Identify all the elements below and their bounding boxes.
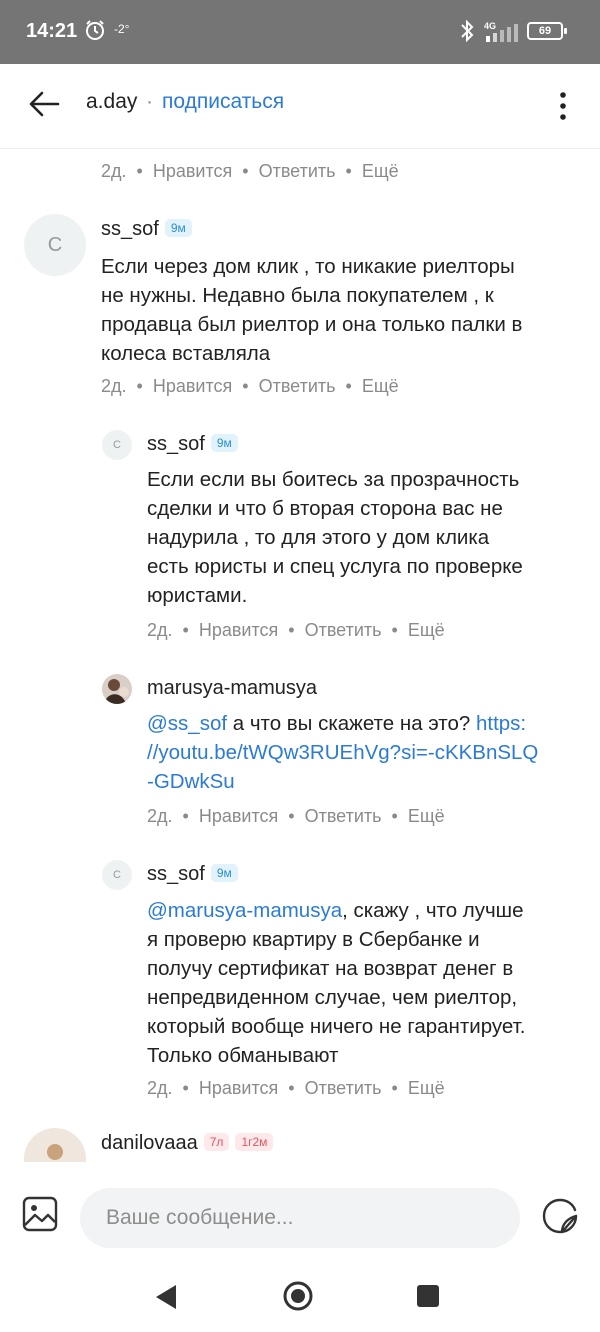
url-link[interactable]: https: [476,712,526,735]
comment-text: @ss_sof а что вы скажете на это? https: … [147,709,592,796]
badge: 9м [210,433,238,452]
comment-actions: 2д. • Нравится • Ответить • Ещё [101,161,399,182]
url-link[interactable]: //youtu.be/tWQw3RUEhVg?si=-cKKBnSLQ [147,738,592,767]
avatar[interactable]: С [102,430,132,460]
bluetooth-icon [461,19,474,43]
message-placeholder: Ваше сообщение... [106,1206,294,1229]
subscribe-button[interactable]: подписаться [162,90,284,114]
reply-button[interactable]: Ответить [305,1078,382,1099]
comment-actions: 2д. • Нравится • Ответить • Ещё [101,376,399,397]
page-title[interactable]: a.day [86,90,137,114]
alarm-icon [86,20,104,40]
sticker-icon[interactable] [540,1196,580,1236]
comment-actions: 2д. • Нравится • Ответить • Ещё [147,1078,445,1099]
avatar[interactable] [102,674,132,704]
like-button[interactable]: Нравится [153,376,232,397]
like-button[interactable]: Нравится [153,161,232,182]
comment-time: 2д. [101,161,127,181]
comment-text: Если если вы боитесь за прозрачность сде… [147,468,523,607]
like-button[interactable]: Нравится [199,620,278,641]
battery-icon: 69 [527,22,567,40]
nav-back-icon[interactable] [152,1282,182,1312]
comment-author[interactable]: danilovaaa 7л 1г2м [101,1132,274,1155]
avatar[interactable] [24,1128,86,1162]
status-bar: 14:21 -2° 4G 69 [0,0,600,64]
badge: 7л [203,1132,230,1151]
comment-time: 2д. [147,1078,173,1098]
signal-icon: 4G [484,21,518,42]
status-temperature: -2° [114,22,130,36]
message-input[interactable]: Ваше сообщение... [80,1188,520,1248]
like-button[interactable]: Нравится [199,806,278,827]
system-nav-bar [0,1272,600,1332]
mention-link[interactable]: @marusya-mamusya [147,899,342,922]
title-separator: · [146,90,153,113]
reply-button[interactable]: Ответить [305,620,382,641]
badge: 1г2м [235,1132,274,1151]
status-time: 14:21 [26,20,78,42]
back-arrow-icon[interactable] [24,84,64,124]
more-button[interactable]: Ещё [362,161,399,182]
comment-actions: 2д. • Нравится • Ответить • Ещё [147,806,445,827]
nav-home-icon[interactable] [282,1280,314,1312]
comment-author[interactable]: ss_sof 9м [147,433,238,456]
mention-link[interactable]: @ss_sof [147,712,227,735]
comment-time: 2д. [101,376,127,396]
more-button[interactable]: Ещё [408,806,445,827]
more-vert-icon[interactable] [548,86,578,126]
url-link[interactable]: -GDwkSu [147,767,592,796]
comment-author[interactable]: ss_sof 9м [101,218,192,241]
reply-button[interactable]: Ответить [259,161,336,182]
comment-author[interactable]: marusya-mamusya [147,677,317,700]
avatar[interactable]: С [24,214,86,276]
reply-button[interactable]: Ответить [305,806,382,827]
more-button[interactable]: Ещё [362,376,399,397]
more-button[interactable]: Ещё [408,620,445,641]
comment-time: 2д. [147,620,173,640]
comment-actions: 2д. • Нравится • Ответить • Ещё [147,620,445,641]
reply-button[interactable]: Ответить [259,376,336,397]
message-composer: Ваше сообщение... [0,1162,600,1272]
badge: 9м [210,863,238,882]
avatar[interactable]: С [102,860,132,890]
comment-author[interactable]: ss_sof 9м [147,863,238,886]
more-button[interactable]: Ещё [408,1078,445,1099]
nav-recent-icon[interactable] [416,1284,440,1308]
image-icon[interactable] [22,1196,58,1232]
like-button[interactable]: Нравится [199,1078,278,1099]
battery-level: 69 [538,25,552,37]
comment-feed[interactable]: 2д. • Нравится • Ответить • Ещё С ss_sof 9м Есл… [0,148,600,1162]
badge: 9м [164,218,192,237]
comment-text: @marusya-mamusya, скажу , что лучше я пр… [147,899,526,1067]
network-label: 4G [484,21,496,31]
comment-text: Если через дом клик , то никакие риелтор… [101,255,523,365]
comment-time: 2д. [147,806,173,826]
header: a.day · подписаться [0,64,600,149]
